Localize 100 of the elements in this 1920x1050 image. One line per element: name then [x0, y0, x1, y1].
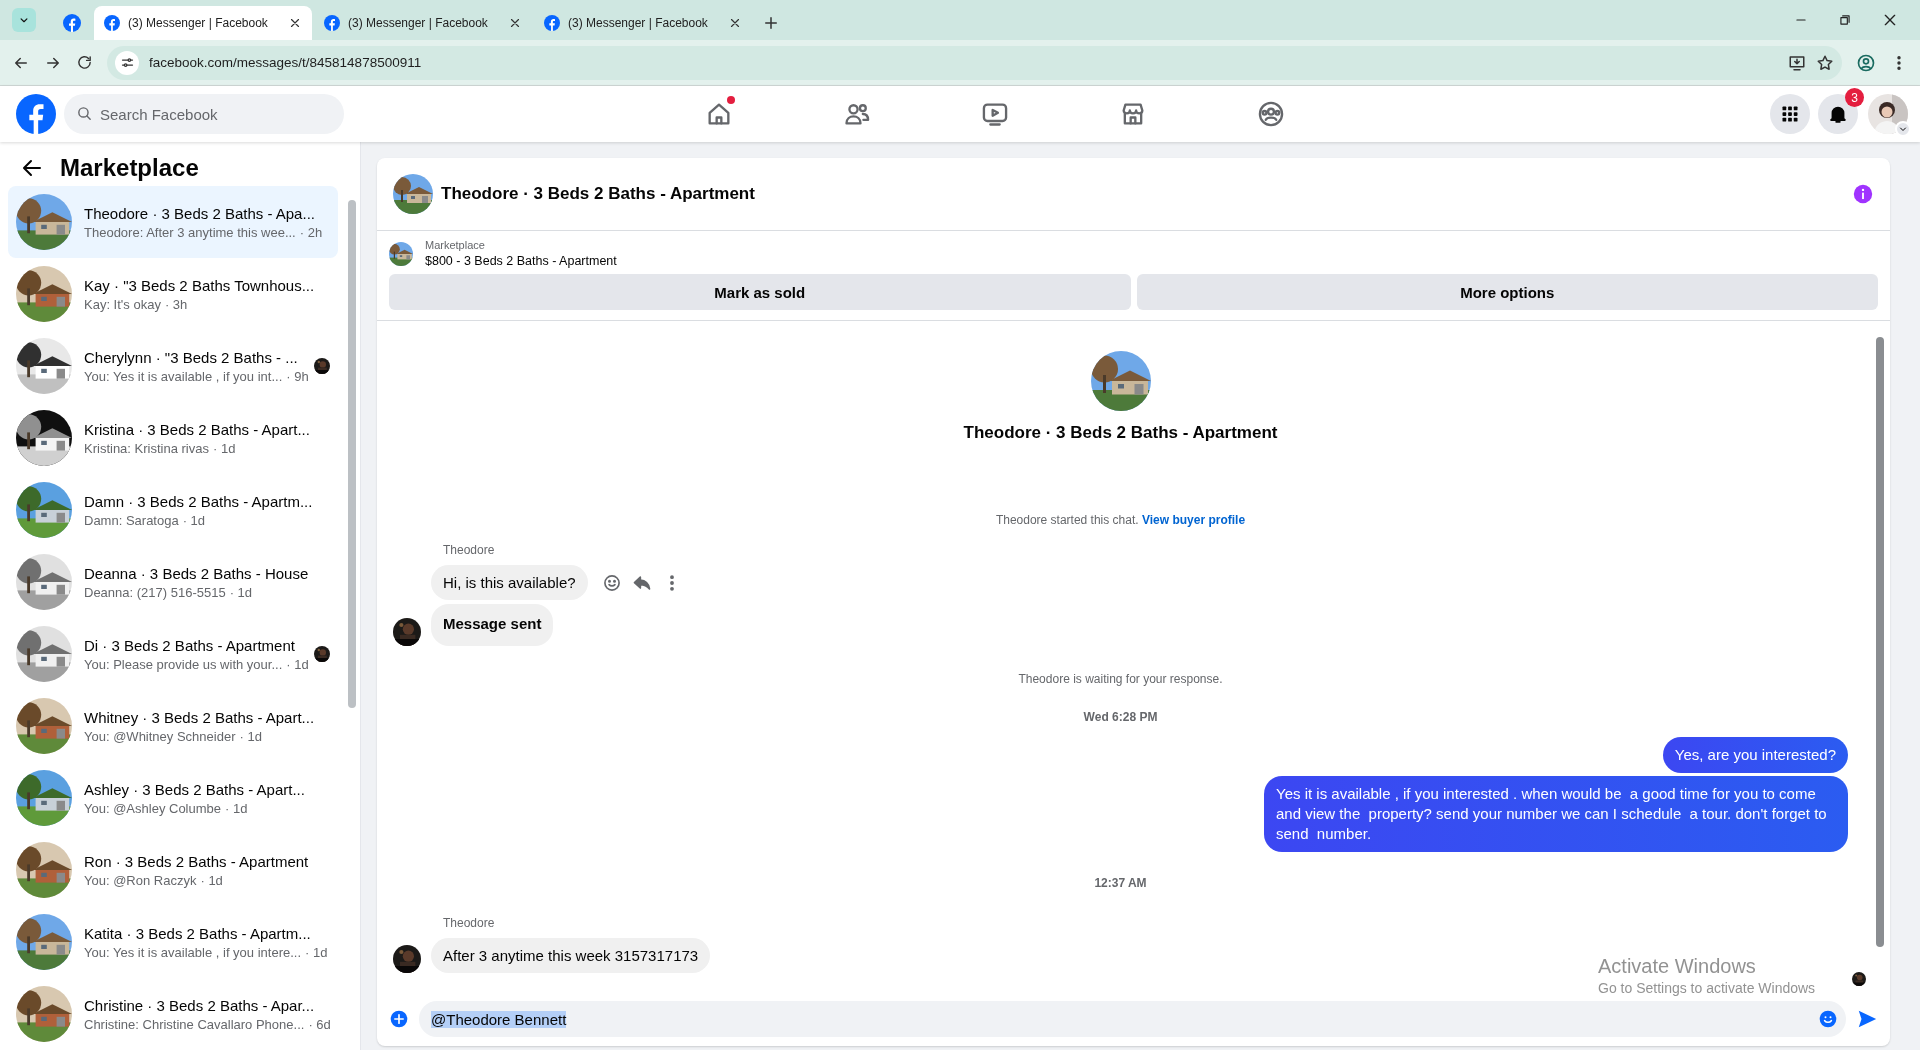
profile-icon[interactable] [1856, 52, 1876, 73]
close-icon[interactable] [508, 16, 522, 30]
message-time: · 1d [200, 872, 223, 888]
message-preview: You: @Ashley Columbe [84, 800, 221, 816]
conversation-item[interactable]: Kristina · 3 Beds 2 Baths - Apart... Kristina: Kristina rivas · 1d [8, 402, 338, 474]
message-time: · 2h [299, 224, 323, 240]
conversation-item[interactable]: Cherylynn · "3 Beds 2 Baths - ... You: Yes it is available , if you int... · 9h [8, 330, 338, 402]
message-bubble: Yes it is available , if you interested . when would be a good time for you to come and view the property? send your number we can I schedule a tour. don't forget to send number. [1264, 776, 1848, 852]
intro-title: Theodore · 3 Beds 2 Baths - Apartment [963, 423, 1278, 443]
message-preview: Kristina: Kristina rivas [84, 440, 209, 456]
message-time: · 1d [305, 944, 328, 960]
star-icon[interactable] [1816, 53, 1834, 72]
conversation-item[interactable]: Katita · 3 Beds 2 Baths - Apartm... You: Yes it is available , if you intere... · 1d [8, 906, 338, 978]
message-preview: Theodore: After 3 anytime this wee... [84, 224, 296, 240]
close-icon[interactable] [288, 16, 302, 30]
listing-button[interactable]: Mark as sold [389, 274, 1131, 310]
message-preview: You: Yes it is available , if you intere... [84, 944, 302, 960]
conversation-title: Katita · 3 Beds 2 Baths - Apartm... [84, 924, 312, 942]
conversation-item[interactable]: Kay · "3 Beds 2 Baths Townhous... Kay: It's okay · 3h [8, 258, 338, 330]
message-time: · 3h [164, 296, 188, 312]
message-time: · 1d [213, 440, 236, 456]
conversation-title: Christine · 3 Beds 2 Baths - Apar... [84, 996, 316, 1014]
smiley-icon[interactable] [601, 572, 622, 593]
logo-icon [104, 15, 120, 31]
menu-button[interactable] [1770, 94, 1810, 134]
emoji-icon[interactable] [1818, 1009, 1838, 1029]
logo-icon[interactable] [16, 94, 56, 134]
conversation-item[interactable]: Damn · 3 Beds 2 Baths - Apartm... Damn: Saratoga · 1d [8, 474, 338, 546]
message-text: @Theodore Bennett [431, 1010, 567, 1028]
close-icon[interactable] [728, 16, 742, 30]
conversation-title: Whitney · 3 Beds 2 Baths - Apart... [84, 708, 316, 726]
search-icon [76, 105, 93, 122]
message-bubble: Message sent [431, 604, 554, 646]
conversation-title: Ron · 3 Beds 2 Baths - Apartment [84, 852, 310, 870]
browser-tab[interactable]: (3) Messenger | Facebook [314, 6, 532, 40]
conversation-title: Ashley · 3 Beds 2 Baths - Apart... [84, 780, 306, 798]
message-time: · 1d [229, 584, 253, 600]
buyer-profile-link[interactable]: View buyer profile [1141, 513, 1246, 527]
groups-icon[interactable] [1257, 100, 1285, 128]
chat-title: Theodore · 3 Beds 2 Baths - Apartment [441, 184, 756, 204]
conversation-item[interactable]: Ashley · 3 Beds 2 Baths - Apart... You: @Ashley Columbe · 1d [8, 762, 338, 834]
message-bubble: Hi, is this available? [431, 565, 588, 600]
sender-name: Theodore [443, 916, 496, 930]
conversation-title: Damn · 3 Beds 2 Baths - Apartm... [84, 492, 314, 510]
message-time: · 6d [308, 1016, 331, 1032]
address-bar[interactable]: facebook.com/messages/t/845814878500911 [107, 45, 1842, 80]
message-preview: Deanna: (217) 516-5515 [84, 584, 226, 600]
conversation-item[interactable]: Deanna · 3 Beds 2 Baths - House Deanna: (217) 516-5515 · 1d [8, 546, 338, 618]
message-bubble: After 3 anytime this week 3157317173 [431, 938, 711, 973]
listing-label: Marketplace [425, 239, 486, 251]
listing-button[interactable]: More options [1136, 274, 1878, 310]
notification-badge: 3 [1845, 88, 1864, 107]
conversation-item[interactable]: Christine · 3 Beds 2 Baths - Apar... Christine: Christine Cavallaro Phone... · 6d [8, 978, 338, 1050]
message-preview: You: Yes it is available , if you int... [84, 368, 283, 384]
send-icon[interactable] [1856, 1008, 1878, 1030]
chat-notice: Theodore is waiting for your response. [1017, 672, 1224, 686]
tune-icon [119, 55, 135, 70]
grid-icon [1780, 104, 1800, 124]
chat-started-text: Theodore started this chat. View buyer profile [995, 513, 1246, 527]
conversation-title: Cherylynn · "3 Beds 2 Baths - ... [84, 348, 298, 366]
message-preview: You: Please provide us with your... [84, 656, 283, 672]
search-field[interactable]: Search Facebook [64, 94, 344, 134]
logo-icon [324, 15, 340, 31]
message-time: · 1d [225, 800, 248, 816]
browser-tab[interactable]: (3) Messenger | Facebook [534, 6, 752, 40]
conversation-item[interactable]: Whitney · 3 Beds 2 Baths - Apart... You: @Whitney Schneider · 1d [8, 690, 338, 762]
timestamp: Wed 6:28 PM [1082, 710, 1159, 724]
message-preview: Damn: Saratoga [84, 512, 179, 528]
message-preview: You: @Ron Raczyk [84, 872, 197, 888]
scrollbar[interactable] [348, 200, 356, 708]
sidebar-title: Marketplace [60, 154, 199, 182]
logo-icon [63, 14, 81, 32]
message-time: · 1d [286, 656, 309, 672]
close-icon[interactable] [1882, 12, 1898, 28]
restore-icon[interactable] [1838, 13, 1852, 27]
activation-text: Go to Settings to activate Windows [1598, 980, 1816, 996]
timestamp: 12:37 AM [1093, 876, 1148, 890]
message-field[interactable]: @Theodore Bennett [419, 1001, 1846, 1037]
conversation-item[interactable]: Theodore · 3 Beds 2 Baths - Apa... Theodore: After 3 anytime this wee... · 2h [8, 186, 338, 258]
conversation-item[interactable]: Di · 3 Beds 2 Baths - Apartment You: Please provide us with your... · 1d [8, 618, 338, 690]
conversation-title: Kristina · 3 Beds 2 Baths - Apart... [84, 420, 311, 438]
notifications-button[interactable] [1818, 94, 1858, 134]
listing-title: $800 - 3 Beds 2 Baths - Apartment [425, 254, 617, 268]
install-icon[interactable] [1788, 53, 1806, 72]
conversation-title: Theodore · 3 Beds 2 Baths - Apa... [84, 204, 316, 222]
message-time: · 9h [286, 368, 309, 384]
conversation-title: Di · 3 Beds 2 Baths - Apartment [84, 636, 296, 654]
info-icon[interactable] [1852, 183, 1874, 205]
browser-tab[interactable]: (3) Messenger | Facebook [94, 6, 312, 40]
activation-title: Activate Windows [1598, 955, 1757, 978]
message-time: · 1d [182, 512, 206, 528]
scrollbar[interactable] [1876, 337, 1884, 947]
conversation-title: Kay · "3 Beds 2 Baths Townhous... [84, 276, 316, 294]
message-preview: Christine: Christine Cavallaro Phone... [84, 1016, 305, 1032]
reload-icon[interactable] [76, 54, 93, 71]
message-time: · 1d [239, 728, 262, 744]
conversation-item[interactable]: Ron · 3 Beds 2 Baths - Apartment You: @Ron Raczyk · 1d [8, 834, 338, 906]
add-icon[interactable] [389, 1009, 409, 1029]
conversation-title: Deanna · 3 Beds 2 Baths - House [84, 564, 310, 582]
plus-icon[interactable] [762, 14, 780, 32]
